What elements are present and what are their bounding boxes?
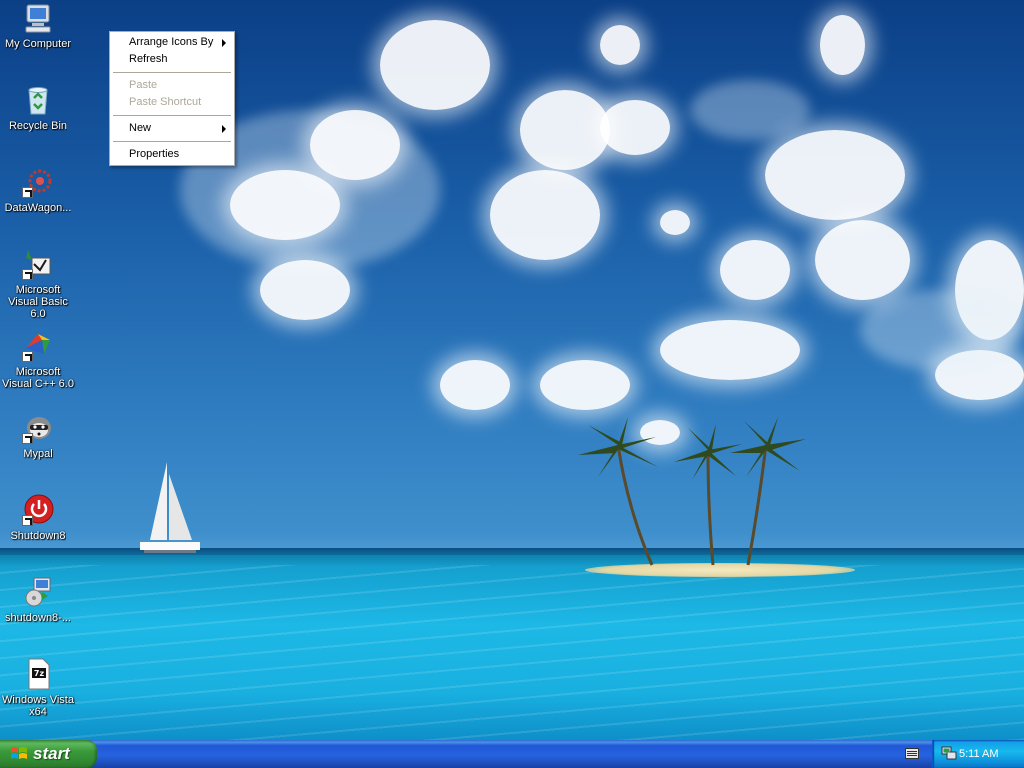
- desktop-icon-datawagon[interactable]: DataWagon...: [0, 166, 76, 214]
- menu-separator: [113, 115, 231, 116]
- clock[interactable]: 5:11 AM: [959, 748, 999, 760]
- desktop-icon-my-computer[interactable]: My Computer: [0, 2, 76, 50]
- submenu-arrow-icon: [222, 39, 226, 47]
- desktop-icon-label: Mypal: [23, 448, 53, 460]
- palm-trees: [578, 417, 806, 566]
- desktop-icon-recycle-bin[interactable]: Recycle Bin: [0, 84, 76, 132]
- desktop-icon-shutdown8-installer[interactable]: shutdown8-...: [0, 576, 76, 624]
- menu-item-refresh[interactable]: Refresh: [112, 51, 232, 68]
- menu-item-label: Paste Shortcut: [129, 96, 202, 108]
- shutdown-icon: [22, 494, 54, 526]
- sailboat: [140, 462, 200, 553]
- sea-shimmer: [0, 565, 1024, 740]
- start-label: start: [33, 744, 70, 763]
- system-tray: 5:11 AM: [932, 740, 1024, 768]
- mypal-icon: [22, 412, 54, 444]
- visual-cpp-icon: [22, 330, 54, 362]
- desktop-icon-label: Microsoft Visual C++ 6.0: [2, 366, 74, 390]
- shortcut-arrow-icon: [22, 187, 33, 198]
- desktop-context-menu: Arrange Icons By Refresh Paste Paste Sho…: [109, 31, 235, 166]
- taskbar[interactable]: start 5:11 AM: [0, 740, 1024, 768]
- submenu-arrow-icon: [222, 125, 226, 133]
- menu-item-paste-shortcut: Paste Shortcut: [112, 94, 232, 111]
- start-button[interactable]: start: [0, 740, 97, 768]
- svg-text:7z: 7z: [34, 669, 45, 678]
- desktop-icon-label: Recycle Bin: [8, 120, 68, 132]
- desktop-icon-label: Microsoft Visual Basic 6.0: [8, 284, 68, 320]
- shortcut-arrow-icon: [22, 515, 33, 526]
- datawagon-icon: [22, 166, 54, 198]
- desktop-icon-visual-basic[interactable]: Microsoft Visual Basic 6.0: [0, 248, 76, 320]
- desktop-icon-label: Shutdown8: [10, 530, 66, 542]
- menu-item-label: Refresh: [129, 53, 168, 65]
- shortcut-arrow-icon: [22, 351, 33, 362]
- menu-separator: [113, 72, 231, 73]
- menu-item-label: New: [129, 122, 152, 134]
- menu-separator: [113, 141, 231, 142]
- menu-item-label: Paste: [129, 79, 158, 91]
- network-icon[interactable]: [941, 746, 957, 761]
- desktop-icon-shutdown8[interactable]: Shutdown8: [0, 494, 76, 542]
- menu-item-label: Properties: [129, 148, 180, 160]
- desktop-icon-label: Windows Vista x64: [2, 694, 74, 718]
- visual-basic-icon: [22, 248, 54, 280]
- shortcut-arrow-icon: [22, 433, 33, 444]
- desktop-icon-label: shutdown8-...: [4, 612, 72, 624]
- desktop-icon-visual-cpp[interactable]: Microsoft Visual C++ 6.0: [0, 330, 76, 390]
- recycle-bin-icon: [22, 84, 54, 116]
- windows-logo-icon: [11, 747, 27, 759]
- menu-item-label: Arrange Icons By: [129, 36, 214, 48]
- menu-item-new[interactable]: New: [112, 120, 232, 137]
- menu-item-properties[interactable]: Properties: [112, 146, 232, 163]
- keyboard-icon[interactable]: [905, 748, 919, 759]
- 7z-archive-icon: 7z: [22, 658, 54, 690]
- desktop-icon-label: DataWagon...: [4, 202, 72, 214]
- my-computer-icon: [22, 2, 54, 34]
- shortcut-arrow-icon: [22, 269, 33, 280]
- desktop-icon-label: My Computer: [4, 38, 72, 50]
- menu-item-arrange-icons-by[interactable]: Arrange Icons By: [112, 34, 232, 51]
- desktop-icon-mypal[interactable]: Mypal: [0, 412, 76, 460]
- desktop-icon-windows-vista-x64[interactable]: 7z Windows Vista x64: [0, 658, 76, 718]
- menu-item-paste: Paste: [112, 77, 232, 94]
- installer-icon: [22, 576, 54, 608]
